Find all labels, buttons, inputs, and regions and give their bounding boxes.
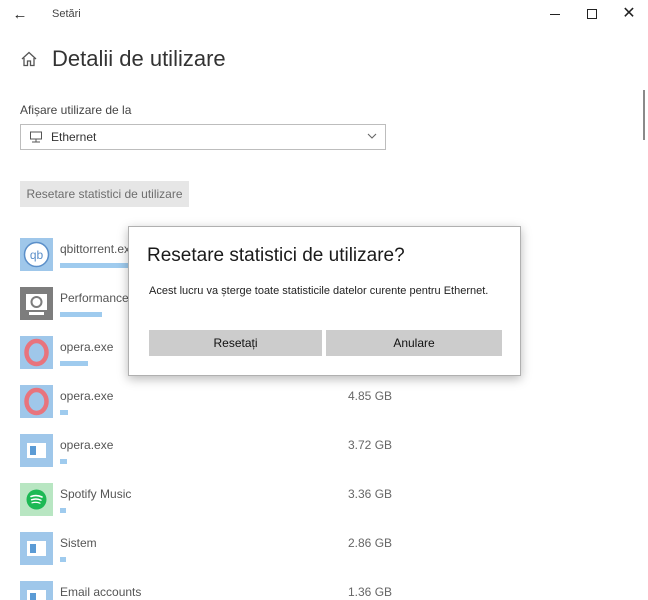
close-icon: ✕	[622, 5, 636, 22]
opera-icon	[20, 336, 53, 369]
chevron-down-icon	[367, 133, 377, 139]
scrollbar-thumb[interactable]	[643, 90, 645, 140]
app-name: Spotify Music	[60, 487, 132, 501]
window-icon	[20, 434, 53, 467]
app-name: opera.exe	[60, 340, 114, 354]
usage-bar	[60, 263, 130, 268]
page-header: Detalii de utilizare	[20, 46, 226, 72]
back-button[interactable]: ←	[8, 4, 32, 24]
title-bar: ← Setări ✕	[0, 0, 648, 30]
reset-confirm-dialog: Resetare statistici de utilizare? Acest …	[128, 226, 521, 376]
window-title: Setări	[52, 8, 81, 20]
usage-bar	[60, 459, 67, 464]
usage-bar	[60, 361, 88, 366]
minimize-button[interactable]	[541, 3, 569, 25]
app-name: PerformanceT	[60, 291, 137, 305]
app-size: 3.36 GB	[348, 487, 393, 501]
list-item[interactable]: opera.exe 4.85 GB	[20, 385, 400, 425]
show-usage-label: Afișare utilizare de la	[20, 103, 132, 117]
home-icon[interactable]	[20, 50, 38, 68]
list-item[interactable]: Spotify Music 3.36 GB	[20, 483, 400, 523]
usage-bar	[60, 410, 68, 415]
back-arrow-icon: ←	[12, 5, 28, 23]
qbittorrent-icon: qb	[20, 238, 53, 271]
usage-bar	[60, 508, 66, 513]
network-dropdown[interactable]: Ethernet	[20, 124, 386, 150]
spotify-icon	[20, 483, 53, 516]
reset-usage-stats-button[interactable]: Resetare statistici de utilizare	[20, 181, 189, 207]
list-item[interactable]: opera.exe 3.72 GB	[20, 434, 400, 474]
cancel-button[interactable]: Anulare	[326, 330, 502, 356]
maximize-button[interactable]	[578, 3, 606, 25]
app-name: Sistem	[60, 536, 97, 550]
app-size: 4.85 GB	[348, 389, 393, 403]
opera-icon	[20, 385, 53, 418]
page-title: Detalii de utilizare	[52, 46, 226, 71]
minimize-icon	[550, 13, 560, 15]
dialog-title: Resetare statistici de utilizare?	[147, 245, 405, 266]
app-name: opera.exe	[60, 438, 114, 452]
app-name: opera.exe	[60, 389, 114, 403]
ethernet-icon	[30, 131, 42, 143]
list-item[interactable]: Sistem 2.86 GB	[20, 532, 400, 572]
app-size: 3.72 GB	[348, 438, 393, 452]
svg-text:qb: qb	[30, 248, 44, 262]
dropdown-selected-value: Ethernet	[51, 130, 97, 144]
list-item[interactable]: Email accounts 1.36 GB	[20, 581, 400, 600]
app-name: qbittorrent.exe	[60, 242, 137, 256]
confirm-reset-button[interactable]: Resetați	[149, 330, 322, 356]
maximize-icon	[587, 9, 597, 19]
app-size: 2.86 GB	[348, 536, 393, 550]
app-name: Email accounts	[60, 585, 142, 599]
window-icon	[20, 532, 53, 565]
dialog-message: Acest lucru va șterge toate statisticile…	[149, 285, 489, 297]
usage-bar	[60, 312, 102, 317]
app-size: 1.36 GB	[348, 585, 393, 599]
window-icon	[20, 581, 53, 600]
usage-bar	[60, 557, 66, 562]
close-button[interactable]: ✕	[615, 3, 643, 25]
performance-icon	[20, 287, 53, 320]
